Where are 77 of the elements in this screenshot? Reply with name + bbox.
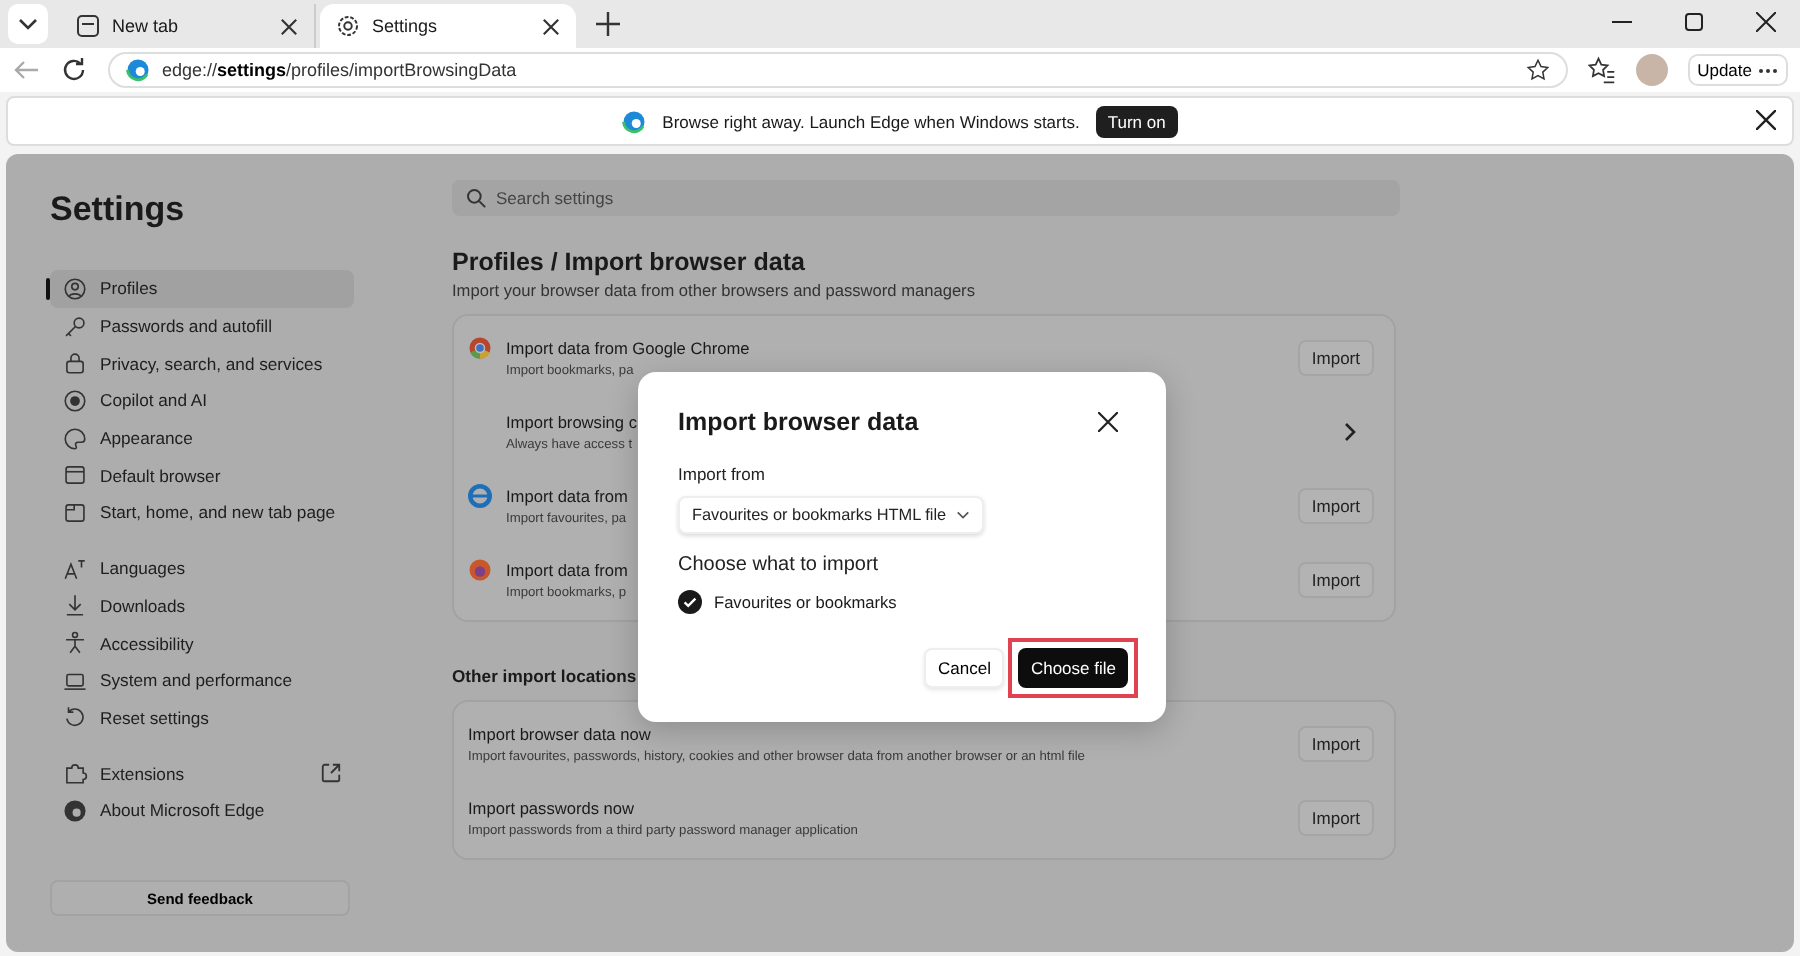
browser-tab[interactable]: Settings: [320, 4, 576, 48]
favorites-icon[interactable]: [1587, 56, 1616, 84]
gear-icon: [336, 14, 360, 38]
sidebar-item[interactable]: System and performance: [50, 661, 354, 700]
turn-on-button[interactable]: Turn on: [1095, 105, 1178, 137]
import-source-dropdown[interactable]: Favourites or bookmarks HTML file: [678, 496, 985, 534]
plus-icon[interactable]: [596, 12, 620, 36]
section-heading: Other import locations: [452, 666, 637, 686]
sidebar-item[interactable]: About Microsoft Edge: [50, 791, 354, 830]
refresh-icon[interactable]: [60, 56, 88, 84]
close-icon[interactable]: [280, 17, 298, 35]
sidebar-item[interactable]: Default browser: [50, 456, 354, 495]
field-label: Import from: [678, 464, 767, 484]
download-icon: [62, 592, 88, 619]
star-icon[interactable]: [1525, 58, 1550, 82]
import-button[interactable]: Import: [1297, 339, 1374, 375]
url-text: edge://settings/profiles/importBrowsingData: [162, 60, 517, 80]
update-button[interactable]: Update: [1687, 54, 1788, 86]
import-button[interactable]: Import: [1297, 561, 1374, 597]
lock-icon: [62, 350, 88, 377]
translate-icon: [62, 555, 88, 582]
close-icon[interactable]: [1098, 412, 1118, 432]
sidebar-item[interactable]: Passwords and autofill: [50, 307, 354, 345]
page-heading: Profiles / Import browser data: [452, 248, 807, 276]
maximize-icon[interactable]: [1684, 12, 1704, 32]
window-icon: [62, 499, 88, 526]
settings-title: Settings: [50, 190, 187, 230]
sidebar-item[interactable]: Privacy, search, and services: [50, 344, 354, 383]
close-icon[interactable]: [542, 17, 560, 35]
window-icon: [62, 462, 88, 489]
import-button[interactable]: Import: [1297, 487, 1374, 523]
page-subtitle: Import your browser data from other browsers and password managers: [452, 280, 977, 300]
option-label: Favourites or bookmarks: [714, 592, 897, 612]
sidebar-item[interactable]: Profiles: [50, 270, 354, 308]
more-icon: [1758, 67, 1778, 73]
puzzle-icon: [62, 760, 88, 787]
search-field[interactable]: Search settings: [452, 180, 1400, 216]
address-bar[interactable]: edge://settings/profiles/importBrowsingData: [108, 52, 1568, 88]
row-title: Import data from: [506, 559, 628, 579]
row-title: Import data from Google Chrome: [506, 337, 750, 357]
choose-file-button[interactable]: Choose file: [1018, 648, 1128, 688]
page-icon: [76, 14, 100, 38]
tab-list-button[interactable]: [8, 4, 48, 44]
key-icon: [62, 313, 88, 340]
tab-title: Settings: [372, 16, 440, 36]
person-circle-icon: [62, 275, 88, 302]
row-title: Import data from: [506, 485, 628, 505]
info-message: Browse right away. Launch Edge when Windows starts.: [662, 111, 1080, 131]
tab-title: New tab: [112, 16, 181, 36]
sidebar-item[interactable]: Downloads: [50, 587, 354, 625]
sidebar-item[interactable]: Accessibility: [50, 624, 354, 662]
import-button[interactable]: Import: [1297, 725, 1374, 761]
round-logo-icon: [468, 484, 492, 508]
close-icon[interactable]: [1756, 12, 1776, 32]
reset-icon: [62, 704, 88, 731]
sidebar-item[interactable]: Appearance: [50, 419, 354, 457]
dialog-title: Import browser data: [678, 408, 919, 436]
accessibility-icon: [62, 630, 88, 657]
import-button[interactable]: Import: [1297, 799, 1374, 835]
palette-icon: [62, 425, 88, 452]
sidebar-item[interactable]: Copilot and AI: [50, 382, 354, 420]
checkbox[interactable]: [678, 590, 702, 614]
close-icon[interactable]: [1756, 110, 1776, 130]
row-title: Import passwords now: [468, 797, 635, 817]
round-logo-icon: [468, 558, 492, 582]
row-title: Import browsing c: [506, 411, 637, 431]
chevron-right-icon[interactable]: [1342, 421, 1358, 441]
search-icon: [466, 188, 486, 208]
sidebar-item[interactable]: Start, home, and new tab page: [50, 494, 354, 532]
cancel-button[interactable]: Cancel: [924, 648, 1005, 688]
section-label: Choose what to import: [678, 554, 881, 576]
sidebar-item[interactable]: Languages: [50, 549, 354, 587]
row-title: Import browser data now: [468, 723, 651, 743]
round-logo-icon: [468, 336, 492, 360]
sidebar-item[interactable]: Extensions: [50, 754, 354, 792]
chevron-down-icon: [956, 510, 971, 520]
sidebar-item[interactable]: Reset settings: [50, 699, 354, 737]
